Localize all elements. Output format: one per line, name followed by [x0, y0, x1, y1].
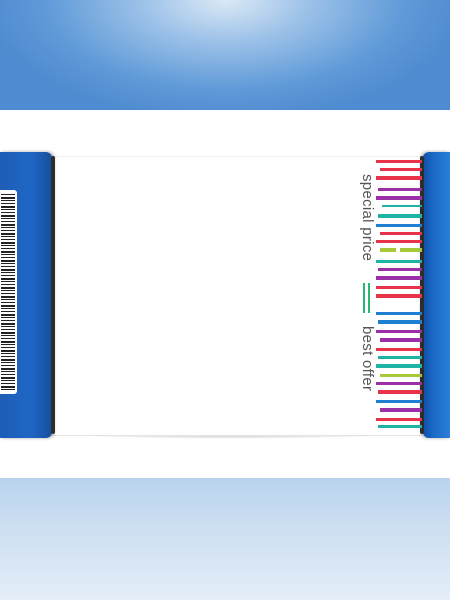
- top-background-band: [0, 0, 450, 110]
- barcode-icon: [0, 190, 17, 394]
- divider-line: [368, 283, 370, 313]
- bottom-background-band: [0, 478, 450, 600]
- ticket-right-stub: [420, 152, 450, 438]
- special-price-text: special price: [359, 174, 376, 262]
- color-stripes-graphic: [376, 160, 422, 430]
- left-stub-edge: [51, 156, 55, 434]
- green-divider-lines: [363, 283, 371, 313]
- barcode-lines: [1, 194, 15, 390]
- divider-line: [363, 283, 365, 313]
- best-offer-text: best offer: [359, 326, 376, 392]
